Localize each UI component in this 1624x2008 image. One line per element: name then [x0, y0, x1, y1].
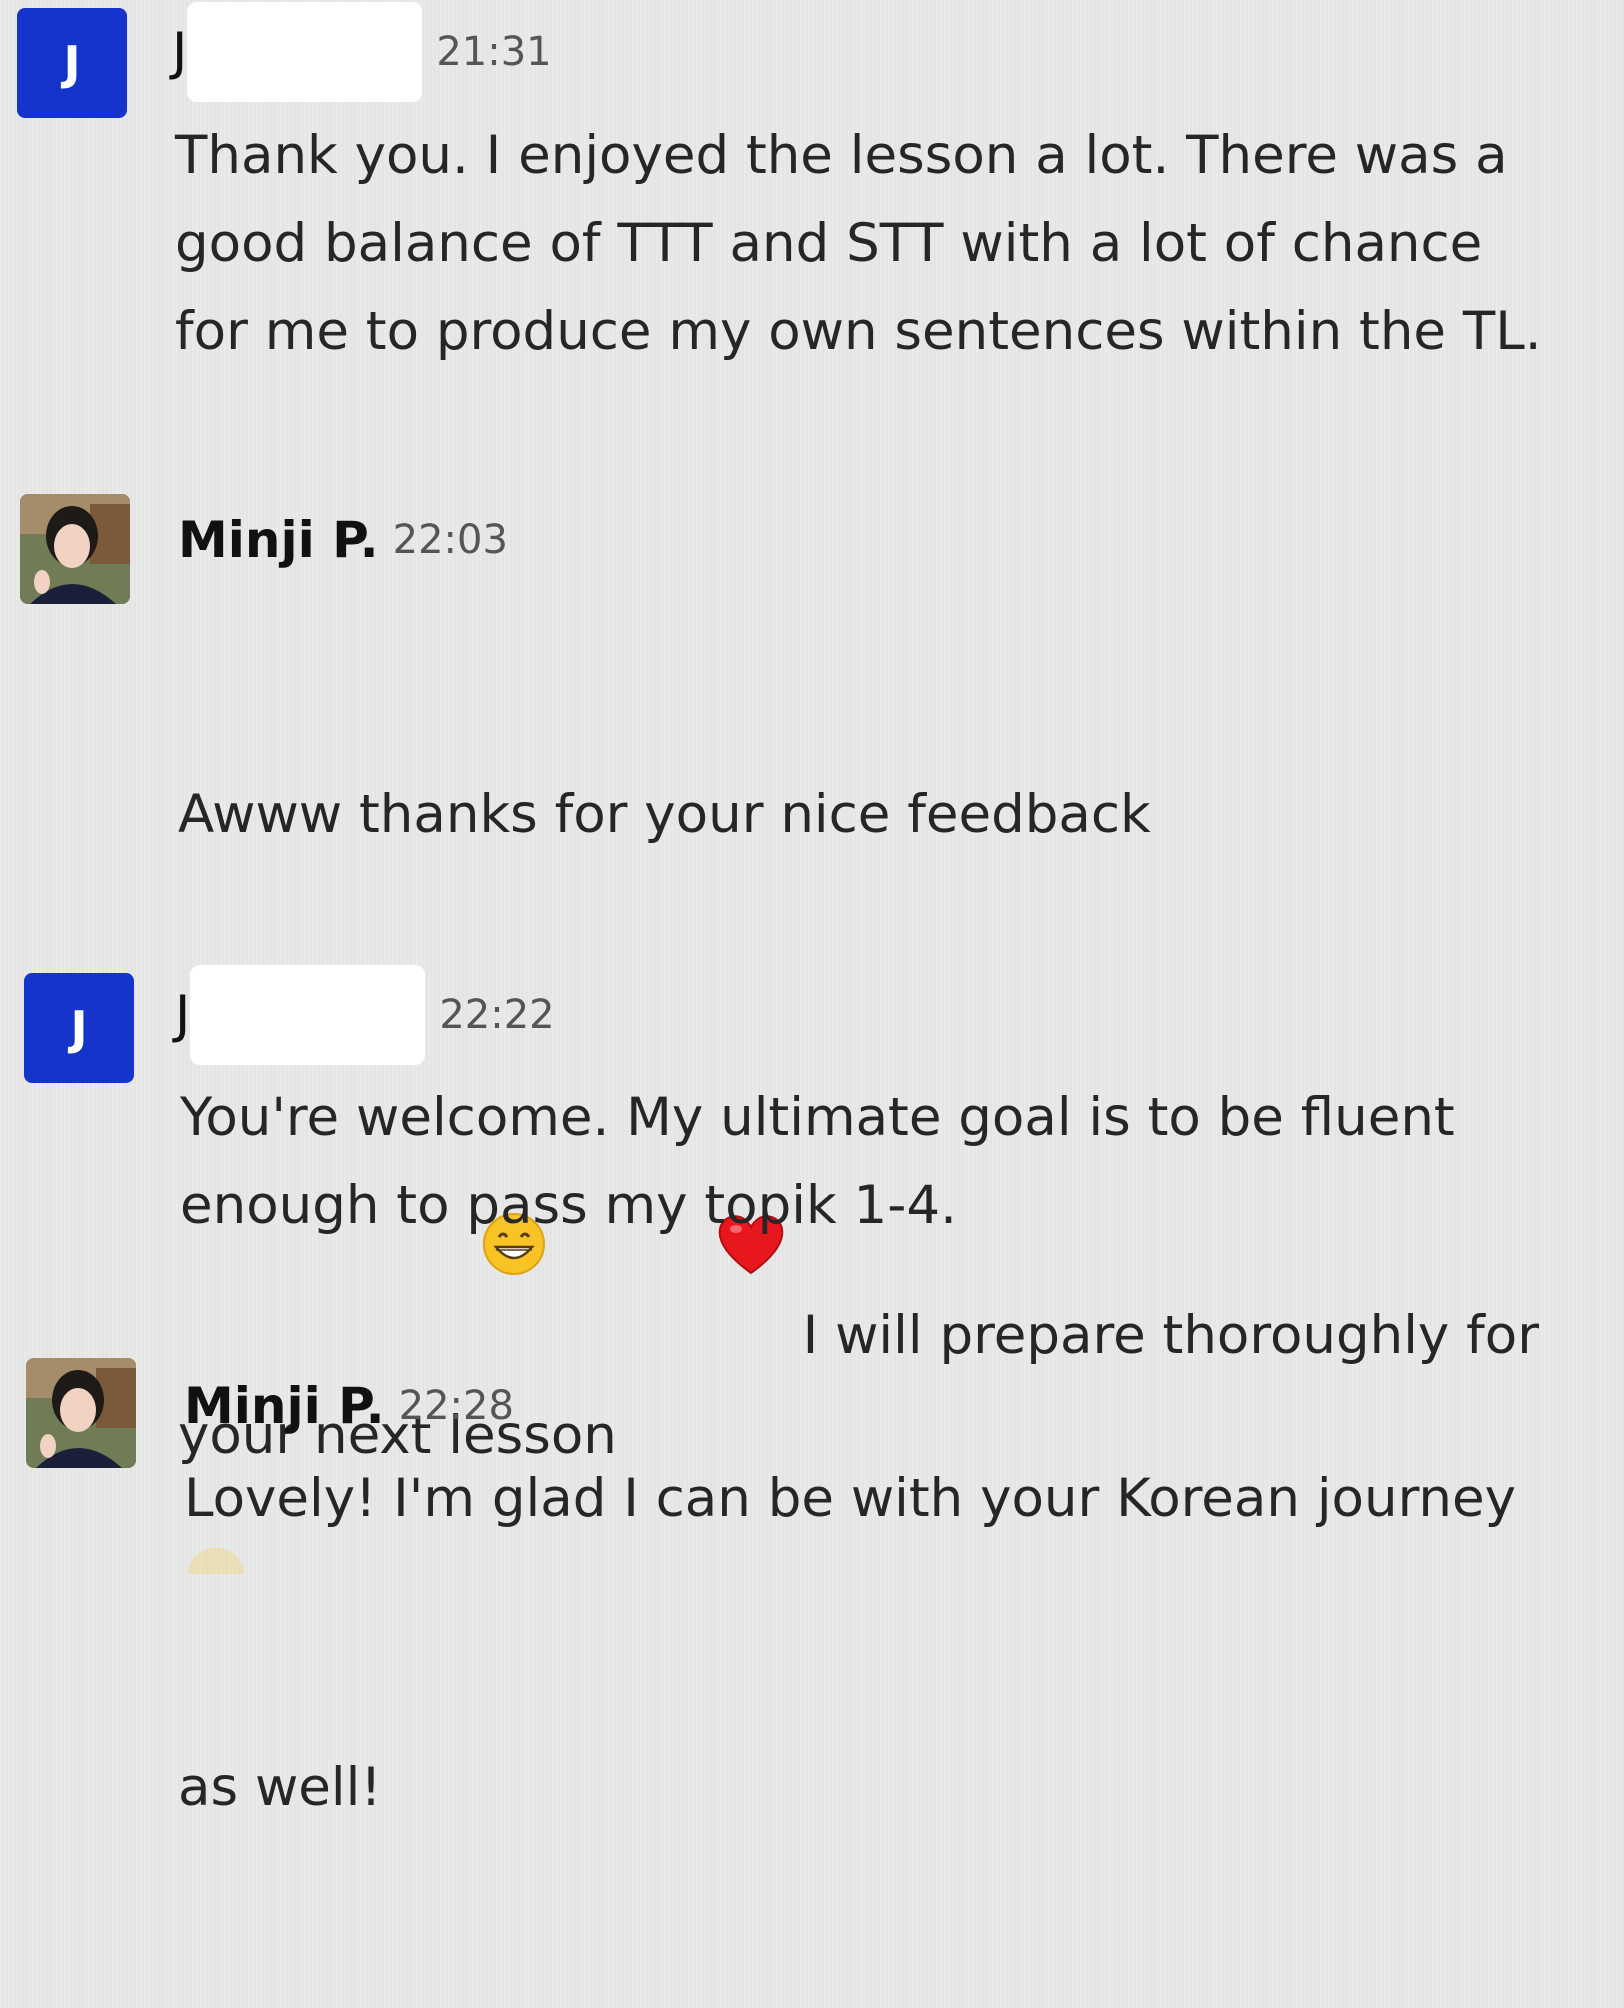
- message-header: Minji P. 22:03: [178, 490, 508, 590]
- message-text: Thank you. I enjoyed the lesson a lot. T…: [175, 125, 1542, 362]
- timestamp: 22:03: [392, 517, 508, 563]
- timestamp: 22:22: [439, 992, 555, 1038]
- sender-name[interactable]: Minji P.: [184, 1381, 385, 1431]
- avatar[interactable]: J: [24, 973, 134, 1083]
- redaction-box: [190, 965, 426, 1065]
- message-line: as well!: [178, 1757, 382, 1818]
- message-text: You're welcome. My ultimate goal is to b…: [180, 1087, 1455, 1236]
- chat-thread: J J 21:31 Thank you. I enjoyed the lesso…: [0, 0, 1624, 1818]
- sender-name[interactable]: J: [175, 989, 190, 1041]
- avatar[interactable]: [26, 1358, 136, 1468]
- avatar[interactable]: J: [17, 8, 127, 118]
- timestamp: 21:31: [436, 29, 552, 75]
- message-line: Awww thanks for your nice feedback: [178, 784, 1151, 845]
- timestamp: 22:28: [398, 1383, 514, 1429]
- message-header: J 22:22: [175, 965, 555, 1065]
- avatar[interactable]: [20, 494, 130, 604]
- profile-photo: [20, 494, 130, 604]
- message-header: J 21:31: [172, 2, 552, 102]
- message-header: Minji P. 22:28: [184, 1356, 514, 1456]
- sender-name[interactable]: Minji P.: [178, 515, 379, 565]
- redaction-box: [187, 2, 423, 102]
- profile-photo: [26, 1358, 136, 1468]
- sender-name[interactable]: J: [172, 26, 187, 78]
- message-text: Awww thanks for your nice feedback I wil…: [178, 595, 1618, 2008]
- message-text: Lovely! I'm glad I can be with your Kore…: [184, 1468, 1516, 1529]
